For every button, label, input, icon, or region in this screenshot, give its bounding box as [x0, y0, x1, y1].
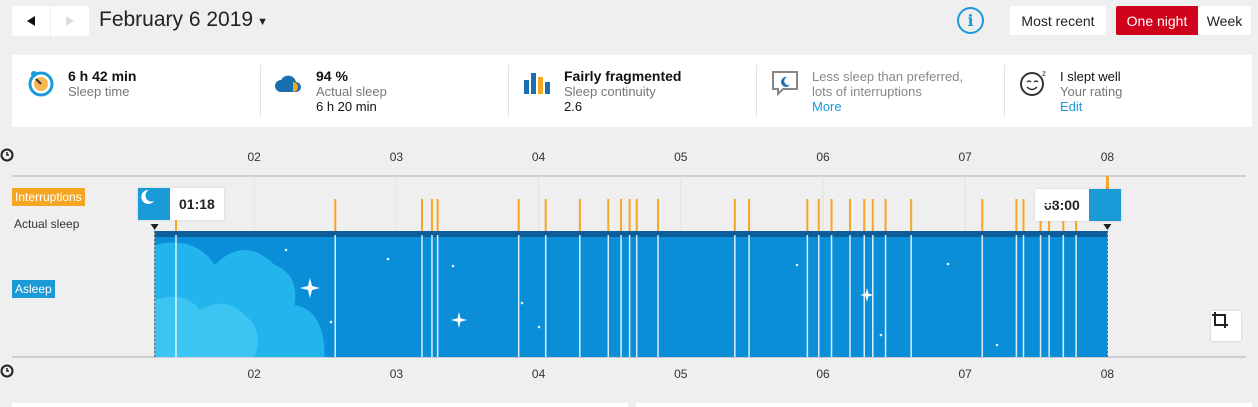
week-tab[interactable]: Week [1198, 6, 1251, 35]
cloud-pie-icon [275, 75, 301, 92]
star-dot [451, 264, 455, 268]
star-dot [879, 333, 883, 337]
sleep-start-time: 01:18 [179, 196, 215, 212]
chevron-down-icon: ▼ [257, 16, 268, 28]
bars-icon [524, 73, 550, 94]
actual-sleep-stat: 94 % Actual sleep 6 h 20 min [260, 55, 508, 127]
star-dot [795, 263, 799, 267]
actual-sleep-label: Actual sleep [14, 217, 80, 231]
sleep-start-pointer [150, 224, 159, 230]
hour-tick-label: 07 [958, 150, 972, 164]
crop-button[interactable] [1211, 311, 1241, 341]
sleep-end-handle[interactable]: 08:00 [1035, 189, 1121, 221]
one-night-tab[interactable]: One night [1116, 6, 1198, 35]
star-dot [537, 325, 541, 329]
edit-rating-link[interactable]: Edit [1060, 99, 1252, 114]
star-dot [946, 262, 950, 266]
most-recent-button[interactable]: Most recent [1010, 6, 1106, 35]
hour-tick-label: 02 [247, 150, 261, 164]
sleep-start-handle[interactable]: 01:18 [138, 188, 224, 220]
arrow-left-icon [27, 16, 35, 26]
info-icon[interactable]: i [957, 7, 984, 34]
star-dot [386, 257, 390, 261]
hour-tick-label: 05 [674, 150, 688, 164]
arrow-right-icon [66, 16, 74, 26]
actual-sleep-bar [154, 231, 1108, 237]
hour-tick-label: 03 [389, 367, 404, 381]
your-rating-stat: z I slept well Your rating Edit [1004, 55, 1252, 127]
more-link[interactable]: More [812, 99, 1004, 114]
previous-day-button[interactable] [12, 6, 50, 36]
sunrise-icon [1035, 189, 1121, 221]
clock-moon-icon [28, 71, 54, 97]
asleep-label: Asleep [12, 280, 55, 298]
star-dot [995, 343, 999, 347]
next-day-button[interactable] [51, 6, 89, 36]
hour-tick-label: 04 [531, 150, 546, 164]
hour-tick-label: 04 [531, 367, 546, 381]
sleep-feedback-stat: Less sleep than preferred, lots of inter… [756, 55, 1004, 127]
hour-tick-label: 02 [247, 367, 261, 381]
sleep-timeline: 02 03 04 05 06 07 08 02 03 04 05 06 07 08 Interrupti… [0, 135, 1258, 407]
hour-tick-label: 03 [389, 150, 404, 164]
hour-tick-label: 08 [1100, 367, 1115, 381]
sleep-timeline-graphic [12, 175, 1246, 358]
moon-icon [138, 188, 170, 220]
crop-icon [1212, 312, 1228, 328]
hour-tick-label: 05 [674, 367, 688, 381]
svg-text:z: z [1042, 69, 1046, 78]
sleep-continuity-stat: Fairly fragmented Sleep continuity 2.6 [508, 55, 756, 127]
next-panel-left [12, 403, 628, 407]
clock-icon [0, 148, 14, 162]
star-dot [520, 301, 524, 305]
smiley-icon: z [1020, 69, 1046, 96]
date-title: February 6 2019 [99, 8, 254, 31]
hour-tick-label: 06 [816, 150, 830, 164]
date-selector[interactable]: February 6 2019 ▼ [99, 8, 268, 32]
star-dot [284, 248, 288, 252]
clock-icon [0, 364, 14, 378]
sleep-time-stat: 6 h 42 min Sleep time [12, 55, 260, 127]
next-panel-right [636, 403, 1252, 407]
sleep-summary: 6 h 42 min Sleep time 94 % Actual sleep … [12, 55, 1252, 127]
hour-tick-label: 07 [958, 367, 972, 381]
star-dot [329, 320, 333, 324]
hour-tick-label: 08 [1100, 150, 1115, 164]
speech-moon-icon [772, 71, 798, 97]
sleep-end-pointer [1103, 224, 1112, 230]
hour-tick-label: 06 [816, 367, 830, 381]
interruptions-label: Interruptions [12, 188, 85, 206]
